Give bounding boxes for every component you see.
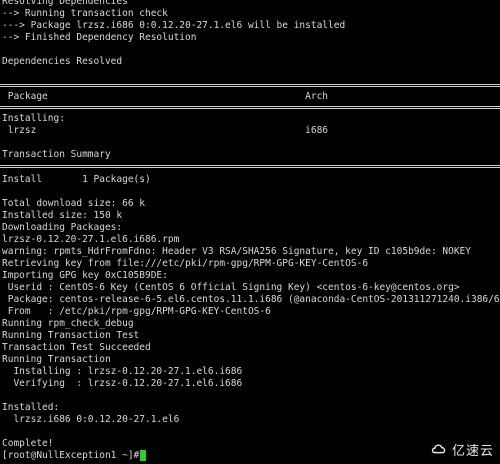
terminal-line: Package Arch <box>2 91 329 102</box>
shell-prompt: [root@NullException1 ~]# <box>2 450 145 461</box>
terminal-line: Downloading Packages: <box>2 222 123 233</box>
terminal-line: warning: rpmts_HdrFromFdno: Header V3 RS… <box>2 246 471 257</box>
watermark: 亿速云 <box>430 438 494 460</box>
terminal-line: Running rpm_check_debug <box>2 318 134 329</box>
terminal-cursor[interactable] <box>140 450 146 461</box>
terminal-line: From : /etc/pki/rpm-gpg/RPM-GPG-KEY-Cent… <box>2 306 271 317</box>
terminal-line: Installing: <box>2 113 65 124</box>
terminal-line: Running Transaction <box>2 354 111 365</box>
terminal-line: Install 1 Package(s) <box>2 174 151 185</box>
terminal-line: Installing : lrzsz-0.12.20-27.1.el6.i686 <box>2 366 243 377</box>
separator-line <box>0 84 500 87</box>
terminal-line: Package: centos-release-6-5.el6.centos.1… <box>2 294 500 305</box>
terminal-line: Importing GPG key 0xC105B9DE: <box>2 270 168 281</box>
terminal-line: lrzsz i686 <box>2 125 329 136</box>
terminal-line: Transaction Test Succeeded <box>2 342 151 353</box>
terminal-line: Installed: <box>2 402 60 413</box>
terminal-line: Transaction Summary <box>2 149 111 160</box>
terminal-line: Resolving Dependencies <box>2 0 128 7</box>
terminal-window[interactable]: Resolving Dependencies --> Running trans… <box>0 0 500 464</box>
watermark-text: 亿速云 <box>451 443 494 459</box>
terminal-line: Retrieving key from file:///etc/pki/rpm-… <box>2 258 369 269</box>
terminal-line: --> Finished Dependency Resolution <box>2 32 197 43</box>
terminal-line: Dependencies Resolved <box>2 56 123 67</box>
terminal-line: Installed size: 150 k <box>2 210 123 221</box>
terminal-line: Complete! <box>2 438 54 449</box>
terminal-line: Running Transaction Test <box>2 330 140 341</box>
separator-line <box>0 106 500 109</box>
separator-line <box>0 165 500 168</box>
terminal-line: Verifying : lrzsz-0.12.20-27.1.el6.i686 <box>2 378 243 389</box>
terminal-line: lrzsz-0.12.20-27.1.el6.i686.rpm <box>2 234 180 245</box>
cloud-logo-icon <box>431 444 446 454</box>
terminal-line: ---> Package lrzsz.i686 0:0.12.20-27.1.e… <box>2 20 346 31</box>
terminal-line: Total download size: 66 k <box>2 198 145 209</box>
terminal-line: lrzsz.i686 0:0.12.20-27.1.el6 <box>2 414 180 425</box>
terminal-line: --> Running transaction check <box>2 8 168 19</box>
terminal-line: Userid : CentOS-6 Key (CentOS 6 Official… <box>2 282 460 293</box>
